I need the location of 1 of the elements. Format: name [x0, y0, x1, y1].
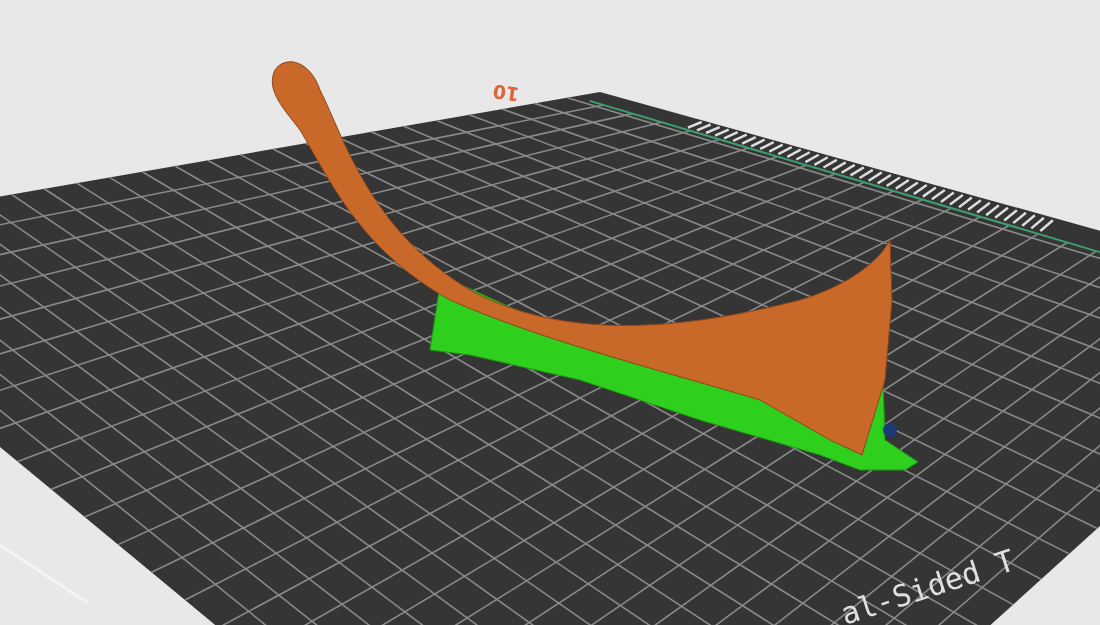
bed-number: 10	[491, 80, 521, 106]
